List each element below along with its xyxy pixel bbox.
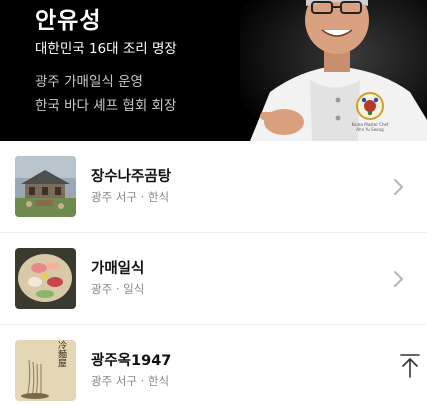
restaurant-name: 장수나주곰탕 — [91, 169, 172, 185]
restaurant-meta: 광주 · 일식 — [91, 282, 145, 296]
chef-info-line-1: 광주 가매일식 운영 — [35, 74, 143, 90]
restaurant-meta: 광주 서구 · 한식 — [91, 374, 170, 388]
chef-portrait-photo: Korea Master Chef Ahn Yu Seong — [240, 0, 427, 141]
noodle-sign-photo-icon: 冷麵屋 — [15, 340, 76, 401]
svg-text:冷麵屋: 冷麵屋 — [56, 340, 67, 368]
restaurant-row-gamae[interactable]: 가매일식 광주 · 일식 — [0, 233, 427, 325]
chevron-right-icon — [394, 271, 403, 287]
sashimi-photo-icon — [15, 248, 76, 309]
arrow-up-to-top-icon — [400, 354, 420, 378]
scroll-to-top-button[interactable] — [394, 346, 426, 386]
restaurant-list: 장수나주곰탕 광주 서구 · 한식 가매일식 광주 · 일식 冷麵屋 광주옥19… — [0, 141, 427, 404]
restaurant-name: 광주옥1947 — [91, 353, 172, 369]
svg-text:Ahn Yu Seong: Ahn Yu Seong — [356, 127, 384, 132]
chef-title: 대한민국 16대 조리 명장 — [35, 41, 177, 57]
chevron-right-icon — [394, 179, 403, 195]
restaurant-name: 가매일식 — [91, 261, 145, 277]
chef-name: 안유성 — [35, 8, 102, 34]
chef-info-line-2: 한국 바다 셰프 협회 회장 — [35, 98, 177, 114]
restaurant-row-gwangjuok[interactable]: 冷麵屋 광주옥1947 광주 서구 · 한식 — [0, 325, 427, 404]
building-photo-icon — [15, 156, 76, 217]
restaurant-meta: 광주 서구 · 한식 — [91, 190, 170, 204]
restaurant-row-jangsu[interactable]: 장수나주곰탕 광주 서구 · 한식 — [0, 141, 427, 233]
chef-hero-banner: 안유성 대한민국 16대 조리 명장 광주 가매일식 운영 한국 바다 셰프 협… — [0, 0, 427, 141]
